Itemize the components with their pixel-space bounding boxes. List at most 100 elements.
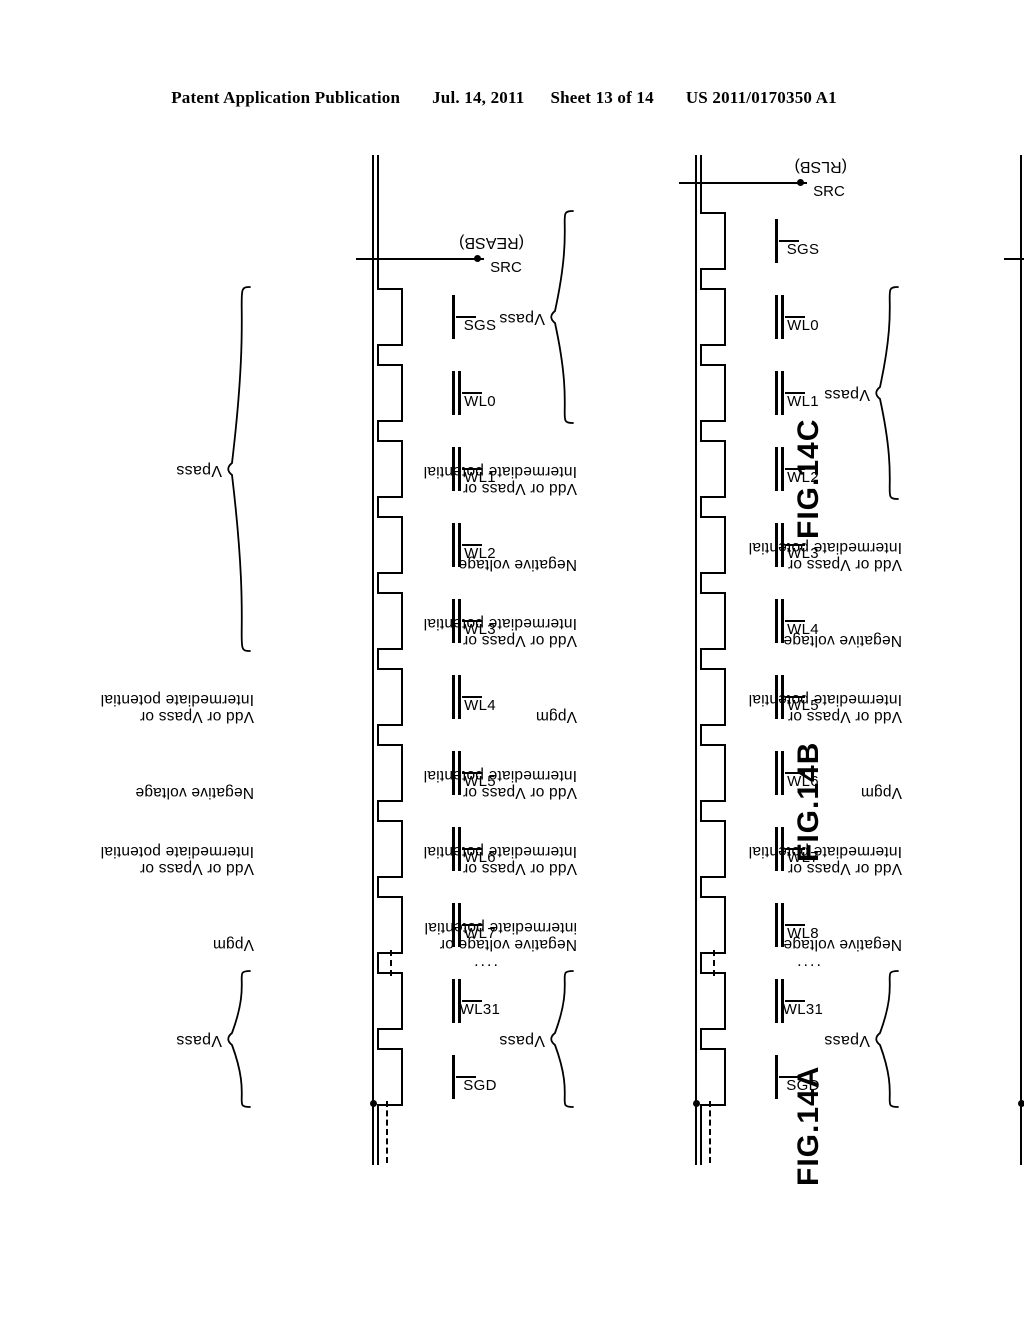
transistor-wl4: WL4 [452,670,496,724]
bias-annotation-line: Vpgm [535,708,577,725]
control-gate-bar [452,371,455,415]
figure-fig14c: SGD WL31 WL7 WL6 WL5 WL4 WL3 WL2 WL1 WL0 SGS.... SR… [101,155,524,1165]
floating-gate-bar [781,523,784,567]
transistor-sgs: SGS [452,290,496,344]
control-gate-bar [452,599,455,643]
word-line-label: WL3 [464,621,496,638]
bias-annotation-line: Vpgm [860,784,902,801]
channel-waveform [695,155,741,1165]
source-label: SRC [490,259,522,276]
transistor-wl31: WL31 [775,974,823,1028]
control-gate-bar [775,979,778,1023]
figure-sheet: SGD WL31 WL7 WL6 WL5 WL4 WL3 WL2 WL1 WL0 SGS.... SR… [0,0,1024,1320]
floating-gate-bar [781,751,784,795]
word-line-label: WL6 [464,849,496,866]
bias-brace [226,285,252,653]
floating-gate-bar [458,371,461,415]
control-gate-bar [775,1055,778,1099]
bias-annotation-line: Intermediate potential [100,691,254,708]
transistor-wl7: WL7 [452,898,496,952]
channel-break-dashes [390,950,392,976]
word-line-label: SGD [786,1077,820,1094]
figure-fig14b: SGD WL31 WL8 WL7 WL6 WL5 WL4 WL3 WL2 WL1 WL0 SGS...… [424,155,847,1165]
channel-break-dashes [713,950,715,976]
word-line-label: WL0 [787,317,819,334]
control-gate-bar [775,903,778,947]
bias-brace-label: Vpass [499,310,545,327]
floating-gate-bar [458,675,461,719]
floating-gate-bar [781,599,784,643]
word-line-label: WL1 [464,469,496,486]
bias-brace-label: Vpass [176,462,222,479]
word-line-label: WL3 [787,545,819,562]
control-gate-bar [452,1055,455,1099]
floating-gate-bar [781,447,784,491]
word-line-label: SGD [463,1077,497,1094]
figure-caption: FIG.14C [792,418,825,539]
word-line-label: SGS [463,317,497,334]
floating-gate-bar [458,751,461,795]
bias-annotation-line: Negative voltage [135,784,254,801]
word-line-label: WL5 [787,697,819,714]
figure-fig14a: SGDWL31WL7WL6WL5WL4WL3WL2WL1WL0SGS....SR… [749,155,1024,1165]
word-line-label: WL31 [459,1001,501,1018]
transistor-wl31: WL31 [452,974,500,1028]
bias-annotation-line: Vdd or Vpass or [139,708,254,725]
control-gate-bar [452,675,455,719]
source-label: SRC [813,183,845,200]
transistor-wl6: WL6 [452,822,496,876]
control-gate-bar [775,751,778,795]
floating-gate-bar [458,523,461,567]
floating-gate-bar [458,447,461,491]
word-line-label: WL7 [464,925,496,942]
mode-tag: (RLSB) [794,158,847,175]
bias-brace [874,969,900,1109]
control-gate-bar [452,523,455,567]
transistor-sgs: SGS [775,214,819,268]
bias-brace-label: Vpass [176,1032,222,1049]
floating-gate-bar [458,827,461,871]
bias-annotation-line: Intermediate potential [100,843,254,860]
control-gate-bar [452,827,455,871]
control-gate-bar [452,979,455,1023]
control-gate-bar [452,751,455,795]
floating-gate-bar [781,371,784,415]
transistor-wl4: WL4 [775,594,819,648]
control-gate-bar [775,219,778,263]
transistor-sgd: SGD [775,1050,820,1104]
control-gate-bar [452,903,455,947]
control-gate-bar [775,523,778,567]
mode-tag: (REASB) [459,234,524,251]
word-line-label: WL0 [464,393,496,410]
word-line-ellipsis: .... [797,953,823,971]
floating-gate-bar [458,599,461,643]
transistor-wl3: WL3 [452,594,496,648]
channel-waveform [1020,155,1024,1165]
word-line-label: WL4 [464,697,496,714]
floating-gate-bar [458,903,461,947]
transistor-wl8: WL8 [775,898,819,952]
floating-gate-bar [781,295,784,339]
bias-brace-label: Vpass [824,386,870,403]
bias-brace [874,285,900,501]
floating-gate-bar [781,675,784,719]
control-gate-bar [775,295,778,339]
word-line-label: WL4 [787,621,819,638]
bias-annotation-line: Vpgm [212,936,254,953]
word-line-label: WL5 [464,773,496,790]
bias-annotation-line: Vdd or Vpass or [139,860,254,877]
source-node-dot [797,179,804,186]
control-gate-bar [775,599,778,643]
transistor-sgd: SGD [452,1050,497,1104]
word-line-label: WL1 [787,393,819,410]
word-line-ellipsis: .... [474,953,500,971]
control-gate-bar [452,447,455,491]
source-line [1004,258,1024,260]
bias-brace-label: Vpass [824,1032,870,1049]
figure-caption: FIG.14B [792,741,825,862]
channel-waveform [372,155,418,1165]
transistor-wl0: WL0 [775,290,819,344]
word-line-label: WL2 [464,545,496,562]
transistor-wl1: WL1 [775,366,819,420]
transistor-wl1: WL1 [452,442,496,496]
